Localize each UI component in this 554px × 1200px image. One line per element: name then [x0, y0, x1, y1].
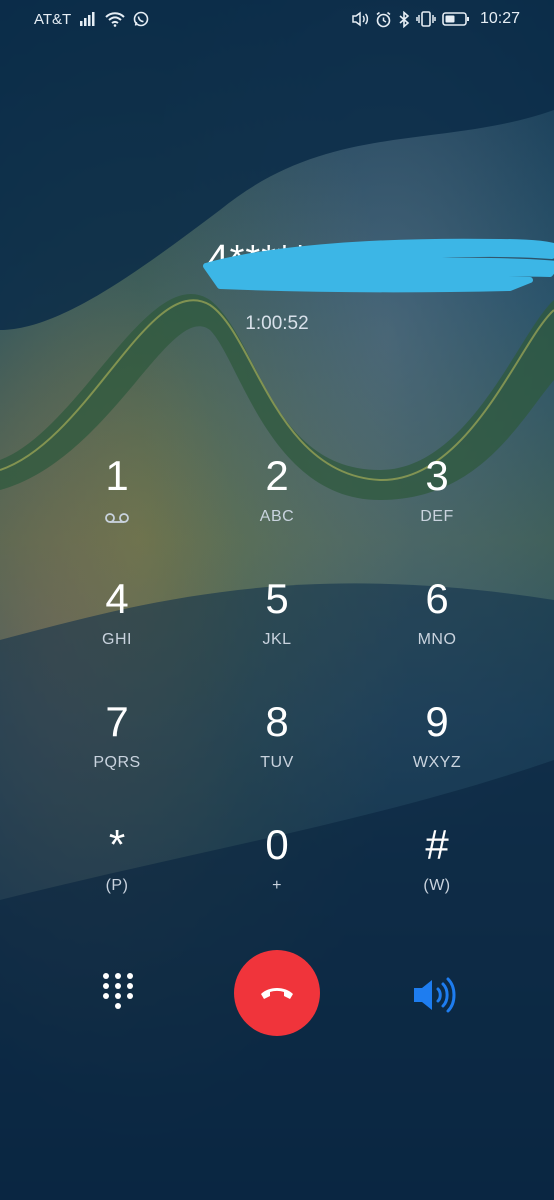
status-bar: AT&T 10:27	[0, 0, 554, 38]
key-letters: +	[272, 877, 282, 894]
key-letters: DEF	[420, 508, 454, 525]
dialpad-icon	[103, 973, 133, 1009]
whatsapp-icon	[133, 10, 149, 28]
key-3[interactable]: 3 DEF	[357, 446, 517, 569]
redaction-scribble	[202, 238, 554, 293]
key-digit: 1	[105, 452, 129, 499]
key-digit: *	[108, 821, 126, 868]
carrier-label: AT&T	[34, 10, 72, 28]
key-digit: 7	[105, 698, 129, 745]
volume-icon	[351, 10, 369, 28]
key-4[interactable]: 4 GHI	[37, 569, 197, 692]
key-7[interactable]: 7 PQRS	[37, 692, 197, 815]
battery-icon	[442, 10, 470, 28]
key-digit: 4	[105, 575, 129, 622]
key-digit: 2	[265, 452, 289, 499]
key-letters: WXYZ	[412, 754, 462, 771]
dial-keypad: 1 2 ABC 3 DEF 4 GHI 5 JKL 6 MNO 7 PQRS 8…	[37, 446, 517, 938]
end-call-icon	[261, 988, 293, 999]
wifi-icon	[105, 10, 125, 28]
key-2[interactable]: 2 ABC	[197, 446, 357, 569]
key-star[interactable]: * (P)	[37, 815, 197, 938]
key-letters: GHI	[102, 631, 132, 648]
voicemail-icon	[105, 513, 129, 523]
caller-info: 4******1	[0, 238, 554, 293]
key-5[interactable]: 5 JKL	[197, 569, 357, 692]
clock: 10:27	[479, 10, 520, 27]
key-digit: 6	[425, 575, 449, 622]
phone-number: 4******1	[202, 238, 554, 293]
call-timer: 1:00:52	[245, 313, 309, 334]
call-actions	[0, 950, 554, 1040]
key-digit: 9	[425, 698, 449, 745]
key-letters: TUV	[260, 754, 294, 771]
key-6[interactable]: 6 MNO	[357, 569, 517, 692]
key-digit: 8	[265, 698, 289, 745]
key-9[interactable]: 9 WXYZ	[357, 692, 517, 815]
dialpad-toggle-button[interactable]	[96, 970, 140, 1022]
key-8[interactable]: 8 TUV	[197, 692, 357, 815]
key-letters: (W)	[423, 877, 451, 894]
key-0[interactable]: 0 +	[197, 815, 357, 938]
key-letters: ABC	[259, 508, 295, 525]
vibrate-icon	[416, 10, 436, 28]
key-hash[interactable]: # (W)	[357, 815, 517, 938]
key-letters: (P)	[105, 877, 129, 894]
speaker-button[interactable]	[410, 974, 464, 1016]
alarm-icon	[375, 10, 392, 28]
signal-icon	[79, 10, 97, 28]
key-digit: #	[425, 821, 449, 868]
key-digit: 5	[265, 575, 289, 622]
key-letters: MNO	[417, 631, 457, 648]
key-letters: PQRS	[93, 754, 141, 771]
key-digit: 3	[425, 452, 449, 499]
key-letters: JKL	[262, 631, 292, 648]
end-call-button[interactable]	[234, 950, 320, 1036]
key-1[interactable]: 1	[37, 446, 197, 569]
key-digit: 0	[265, 821, 289, 868]
bluetooth-icon	[398, 10, 410, 28]
speaker-icon	[414, 977, 456, 1013]
